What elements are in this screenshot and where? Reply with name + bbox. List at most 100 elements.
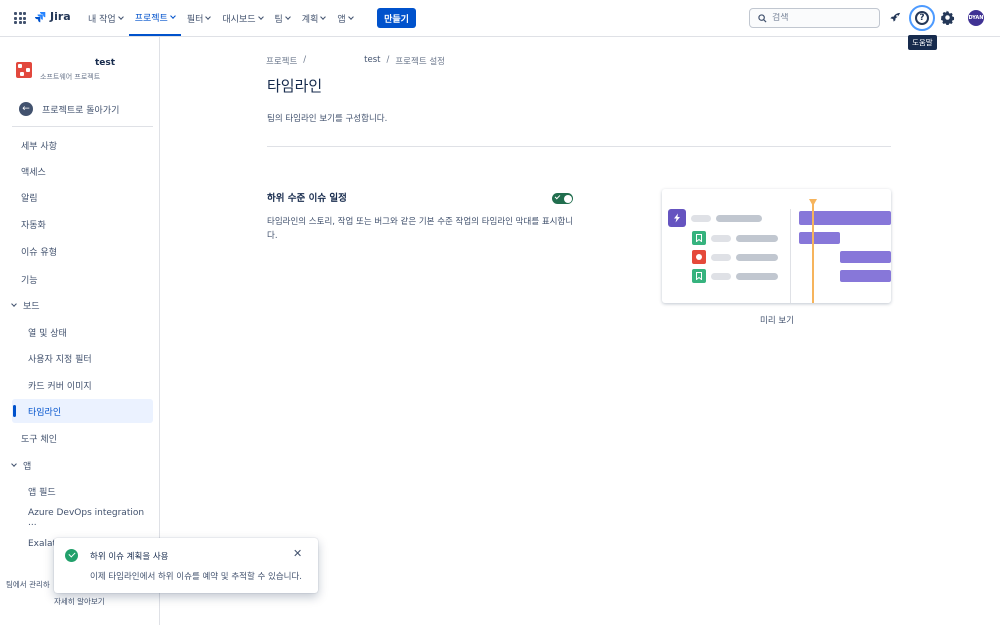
preview-placeholder	[691, 214, 711, 222]
preview-placeholder	[736, 234, 778, 242]
search-input[interactable]	[772, 13, 872, 23]
page-title: 타임라인	[267, 77, 323, 95]
sidebar-group-apps[interactable]: 앱	[11, 453, 153, 477]
sidebar-item-label: 액세스	[21, 167, 46, 178]
sidebar-item-access[interactable]: 액세스	[12, 159, 153, 183]
help-button[interactable]: ?	[909, 5, 935, 31]
preview-epic-row	[668, 209, 762, 227]
sidebar-item-app-fields[interactable]: 앱 필드	[12, 479, 153, 503]
sidebar-item-azure-devops[interactable]: Azure DevOps integration ...	[12, 506, 153, 530]
sidebar-item-card-cover-images[interactable]: 카드 커버 이미지	[12, 373, 153, 397]
flag-description: 이제 타임라인에서 하위 이슈를 예약 및 추적할 수 있습니다.	[90, 572, 302, 582]
preview-label: 미리 보기	[760, 316, 794, 326]
chevron-down-icon	[169, 12, 176, 19]
section-description: 타임라인의 스토리, 작업 또는 버그와 같은 기본 수준 작업의 타임라인 막…	[267, 217, 574, 241]
child-issue-scheduling-toggle[interactable]	[552, 193, 573, 204]
preview-column-divider	[790, 209, 791, 303]
user-avatar[interactable]: DYAN	[968, 10, 984, 26]
project-avatar-icon	[16, 62, 32, 78]
nav-label: 프로젝트	[134, 13, 168, 24]
breadcrumb-projects[interactable]: 프로젝트	[266, 55, 297, 67]
preview-story-row	[692, 231, 778, 245]
jira-logo[interactable]: Jira	[34, 10, 71, 23]
nav-label: 내 작업	[88, 14, 116, 25]
chevron-down-icon	[11, 460, 17, 467]
create-button[interactable]: 만들기	[377, 8, 416, 28]
nav-projects[interactable]: 프로젝트	[128, 0, 181, 36]
close-icon[interactable]: ✕	[293, 548, 302, 559]
chevron-down-icon	[320, 13, 327, 20]
sidebar-item-custom-filters[interactable]: 사용자 지정 필터	[12, 346, 153, 370]
section-title: 하위 수준 이슈 일정	[267, 193, 347, 204]
section-divider	[267, 146, 891, 147]
back-to-project-button[interactable]: ← 프로젝트로 돌아가기	[12, 98, 152, 120]
preview-today-marker	[812, 203, 814, 303]
sidebar-item-label: 타임라인	[28, 407, 62, 418]
sidebar-item-label: 열 및 상태	[28, 328, 67, 339]
back-label: 프로젝트로 돌아가기	[42, 105, 120, 116]
preview-placeholder	[711, 234, 731, 242]
bug-icon	[692, 250, 706, 264]
success-flag: 하위 이슈 계획을 사용 이제 타임라인에서 하위 이슈를 예약 및 추적할 수…	[54, 538, 318, 593]
nav-label: 필터	[186, 14, 204, 25]
sidebar-item-details[interactable]: 세부 사항	[12, 133, 153, 157]
sidebar-item-notifications[interactable]: 알림	[12, 185, 153, 209]
sidebar-item-label: 세부 사항	[21, 141, 57, 152]
project-name: test	[95, 58, 116, 68]
sidebar-item-label: 도구 체인	[21, 434, 57, 445]
learn-more-link[interactable]: 자세히 알아보기	[54, 596, 105, 607]
nav-label: 계획	[301, 14, 319, 25]
gear-icon	[941, 10, 955, 26]
preview-placeholder	[736, 253, 778, 261]
sidebar-item-columns-statuses[interactable]: 열 및 상태	[12, 320, 153, 344]
project-type: 소프트웨어 프로젝트	[40, 73, 101, 81]
preview-placeholder	[736, 272, 778, 280]
sidebar-item-label: 카드 커버 이미지	[28, 381, 92, 392]
nav-filters[interactable]: 필터	[181, 0, 217, 36]
jira-logo-icon	[35, 11, 46, 22]
epic-lightning-icon	[668, 209, 686, 227]
check-icon	[554, 193, 561, 200]
sidebar-item-automation[interactable]: 자동화	[12, 212, 153, 236]
chevron-down-icon	[347, 13, 354, 20]
breadcrumb-separator: /	[303, 55, 307, 65]
sidebar-item-label: 보드	[23, 301, 40, 312]
breadcrumb-project-settings[interactable]: 프로젝트 설정	[395, 55, 445, 67]
sidebar-item-label: 알림	[21, 193, 38, 204]
preview-bug-row	[692, 250, 778, 264]
today-marker-icon	[809, 199, 817, 206]
sidebar-item-issue-types[interactable]: 이슈 유형	[12, 239, 153, 263]
preview-placeholder	[711, 253, 731, 261]
sidebar-footer-text: 팀에서 관리하	[6, 580, 50, 589]
help-icon: ?	[915, 11, 929, 25]
preview-story-row	[692, 269, 778, 283]
sidebar-group-board[interactable]: 보드	[11, 293, 153, 317]
search-field[interactable]	[749, 8, 880, 28]
arrow-left-icon: ←	[19, 102, 33, 116]
nav-label: 팀	[274, 14, 283, 25]
app-switcher-icon[interactable]	[14, 12, 26, 24]
toggle-knob	[563, 194, 572, 203]
sidebar-item-label: 자동화	[21, 220, 46, 231]
jira-logo-text: Jira	[50, 10, 71, 23]
breadcrumb: 프로젝트 / test / 프로젝트 설정	[266, 55, 445, 67]
preview-placeholder	[711, 272, 731, 280]
nav-my-work[interactable]: 내 작업	[82, 0, 129, 36]
nav-teams[interactable]: 팀	[269, 0, 296, 36]
sidebar-item-features[interactable]: 기능	[12, 267, 153, 291]
nav-dashboards[interactable]: 대시보드	[216, 0, 268, 36]
sidebar-item-label: Exalat	[28, 539, 57, 549]
nav-plans[interactable]: 계획	[296, 0, 332, 36]
flag-title: 하위 이슈 계획을 사용	[90, 552, 169, 562]
sidebar-item-label: 앱	[23, 461, 32, 472]
nav-apps[interactable]: 앱	[331, 0, 358, 36]
notifications-rocket-icon[interactable]	[889, 11, 902, 27]
nav-label: 앱	[337, 14, 346, 25]
page-description: 팀의 타임라인 보기를 구성합니다.	[267, 114, 388, 124]
settings-button[interactable]	[940, 10, 955, 28]
sidebar-item-timeline[interactable]: 타임라인	[12, 399, 153, 423]
sidebar-item-label: 앱 필드	[28, 487, 56, 498]
timeline-preview	[662, 189, 891, 303]
breadcrumb-project[interactable]: test	[364, 55, 380, 67]
sidebar-item-toolchain[interactable]: 도구 체인	[12, 426, 153, 450]
